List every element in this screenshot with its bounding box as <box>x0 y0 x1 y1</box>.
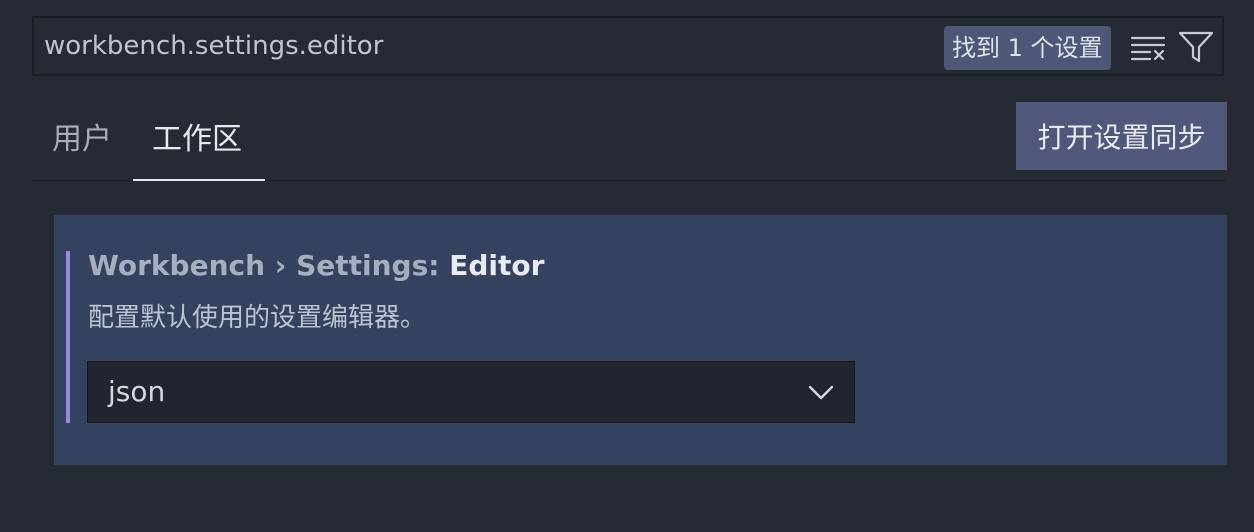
open-settings-sync-button[interactable]: 打开设置同步 <box>1016 102 1227 170</box>
setting-category: Workbench › Settings: <box>88 249 450 282</box>
search-box: 找到 1 个设置 <box>32 16 1224 76</box>
setting-item-workbench-settings-editor: Workbench › Settings: Editor 配置默认使用的设置编辑… <box>54 215 1227 465</box>
search-result-count-badge: 找到 1 个设置 <box>944 26 1111 70</box>
filter-icon[interactable] <box>1178 30 1214 64</box>
tab-workspace[interactable]: 工作区 <box>152 120 242 160</box>
chevron-down-icon <box>808 385 834 400</box>
clear-filter-icon[interactable] <box>1130 34 1166 62</box>
editor-type-select[interactable]: json <box>87 361 855 423</box>
setting-description: 配置默认使用的设置编辑器。 <box>88 303 427 333</box>
setting-title: Workbench › Settings: Editor <box>88 247 544 285</box>
setting-modified-indicator <box>66 251 70 423</box>
tab-user[interactable]: 用户 <box>52 120 112 160</box>
settings-editor: 找到 1 个设置 用户 工作区 打开设置同步 Workbench › Setti… <box>0 0 1254 532</box>
active-tab-indicator <box>133 179 265 181</box>
select-value: json <box>108 375 166 408</box>
setting-name: Editor <box>449 249 545 282</box>
settings-search-input[interactable] <box>44 26 924 66</box>
